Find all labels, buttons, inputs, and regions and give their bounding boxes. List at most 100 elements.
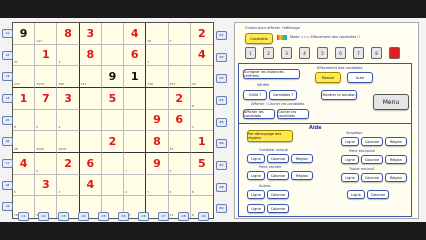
cell-r5c7[interactable]: 9 (146, 109, 169, 132)
col-tag-bottom[interactable]: C2 (38, 212, 49, 221)
cell-r5c5[interactable] (101, 109, 125, 132)
cell-r7c7[interactable]: 9 (146, 153, 169, 175)
cell-r8c4[interactable]: 4 (79, 174, 102, 197)
cell-r8c5[interactable] (101, 174, 125, 197)
cell-r6c5[interactable]: 2 (101, 131, 125, 153)
cell-r1c8[interactable]: 7 (168, 23, 191, 45)
number-button[interactable]: 7 (353, 47, 364, 59)
col-tag-bottom[interactable]: C7 (158, 212, 169, 221)
cell-r7c9[interactable]: 5 (190, 153, 213, 175)
number-button[interactable]: 6 (335, 47, 346, 59)
col-tag-bottom[interactable]: C8 (178, 212, 189, 221)
cell-r2c9[interactable]: 4 (190, 45, 213, 67)
number-button[interactable]: 1 (245, 47, 256, 59)
cell-r4c9[interactable]: 8 (190, 88, 213, 110)
cell-r2c8[interactable] (168, 44, 191, 67)
cell-r5c2[interactable]: 5 (35, 109, 58, 132)
triplet-region-button[interactable]: Région (385, 173, 407, 182)
row-tag-left[interactable]: L2 (2, 50, 13, 60)
number-button[interactable]: 2 (263, 47, 274, 59)
autres-colonne-button[interactable]: Colonne (267, 190, 289, 199)
cell-r3c3[interactable]: 456 (57, 66, 80, 88)
cell-r7c4[interactable]: 6 (79, 153, 102, 175)
cell-r6c7[interactable]: 8 (146, 131, 169, 153)
triplet-colonne-button[interactable]: Colonne (361, 173, 383, 182)
row-tag-left[interactable]: L5 (2, 115, 13, 125)
cell-r4c7[interactable] (146, 88, 169, 110)
cell-r6c8[interactable]: 35 (168, 131, 191, 153)
candidats-check-button[interactable]: Candidats ? (269, 90, 297, 100)
paire-ligne-button[interactable]: Ligne (341, 155, 359, 164)
cell-r1c5[interactable] (101, 23, 125, 45)
cell-r7c8[interactable]: 3 (168, 153, 191, 175)
cell-r2c6[interactable]: 6 (124, 44, 147, 67)
cell-r2c1[interactable]: 37 (13, 44, 36, 67)
cell-r6c6[interactable] (124, 131, 147, 153)
cell-r6c2[interactable]: 4599 (35, 131, 58, 153)
grille-check-button[interactable]: Grille ? (243, 90, 267, 100)
cell-r3c8[interactable]: 357 (168, 66, 191, 88)
cell-r8c8[interactable]: 4 (168, 174, 191, 197)
col-tag-bottom[interactable]: C1 (18, 212, 29, 221)
extra-ligne-button[interactable]: Ligne (347, 190, 365, 199)
cell-r8c6[interactable]: 4 (124, 174, 147, 197)
cell-r1c6[interactable]: 4 (124, 23, 147, 45)
singleton-colonne-button[interactable]: Colonne (361, 137, 383, 146)
region-tag-right[interactable]: R8 (216, 182, 227, 192)
cell-r1c9[interactable]: 2 (190, 23, 213, 45)
triplet-ligne-button[interactable]: Ligne (341, 173, 359, 182)
cell-r4c3[interactable]: 3 (57, 88, 80, 110)
color-palette-icon[interactable] (277, 35, 287, 40)
extra-colonne-button[interactable]: Colonne (367, 190, 389, 199)
row-tag-left[interactable]: L6 (2, 137, 13, 147)
bottom-ligne-button[interactable]: Ligne (247, 204, 265, 213)
manuel-button[interactable]: Manuel (315, 72, 341, 83)
pc-colonne-button[interactable]: Colonne (267, 171, 289, 180)
cell-r3c1[interactable]: 237 (13, 66, 36, 88)
cell-r2c4[interactable]: 8 (79, 44, 102, 67)
surligner-button[interactable]: Surligner les instances chiffrées (243, 69, 300, 79)
cell-r4c5[interactable]: 5 (101, 88, 125, 110)
row-tag-left[interactable]: L1 (2, 28, 13, 38)
decoupage-button[interactable]: Par découpage des régions (247, 130, 293, 142)
cell-r1c2[interactable]: 147 (35, 23, 58, 45)
cell-r3c4[interactable]: 127 (79, 66, 102, 88)
cu-region-button[interactable]: Région (291, 154, 313, 163)
cell-r4c4[interactable] (79, 88, 102, 110)
cell-r8c9[interactable]: 8 (190, 175, 213, 197)
show-solution-button[interactable]: Montrer la solution (321, 90, 357, 100)
cell-r1c7[interactable]: 56 (146, 23, 169, 45)
hide-candidates-button[interactable]: Cacher les candidats (277, 109, 309, 119)
cell-r8c1[interactable]: 5 (13, 174, 36, 197)
cell-r3c9[interactable]: 36 (190, 66, 213, 88)
autres-ligne-button[interactable]: Ligne (247, 190, 265, 199)
col-tag-bottom[interactable]: C9 (198, 212, 209, 221)
region-tag-right[interactable]: R5 (216, 117, 227, 127)
cell-r5c4[interactable] (79, 109, 102, 132)
cell-r7c2[interactable]: 2 (35, 153, 58, 175)
cell-r3c6[interactable]: 1 (124, 66, 147, 88)
cell-r2c7[interactable]: 7 (146, 44, 169, 67)
row-tag-left[interactable]: L8 (2, 180, 13, 190)
col-tag-bottom[interactable]: C5 (98, 212, 109, 221)
cell-r4c8[interactable]: 2 (168, 88, 191, 110)
menu-button[interactable]: Menu (373, 94, 409, 110)
cell-r5c6[interactable] (124, 109, 147, 132)
col-tag-bottom[interactable]: C4 (78, 212, 89, 221)
number-button[interactable]: 9 (389, 47, 400, 59)
row-tag-left[interactable]: L9 (2, 202, 13, 212)
cu-ligne-button[interactable]: Ligne (247, 154, 265, 163)
cell-r2c3[interactable]: 3 (57, 44, 80, 67)
region-tag-right[interactable]: R9 (216, 204, 227, 214)
sudoku-grid[interactable]: 9 147 8 3 4 56 7 2 37 1 3 8 6 7 4 237 3478 456 127 9 1 156 357… (12, 22, 214, 219)
cell-r3c5[interactable]: 9 (101, 66, 125, 88)
region-tag-right[interactable]: R7 (216, 160, 227, 170)
cell-r4c1[interactable]: 1 (13, 88, 36, 110)
row-tag-left[interactable]: L4 (2, 93, 13, 103)
cell-r3c7[interactable]: 156 (146, 66, 169, 88)
cell-r2c2[interactable]: 1 (35, 44, 58, 67)
cell-r7c6[interactable]: 7 (124, 153, 147, 175)
cell-r6c4[interactable] (79, 131, 102, 153)
region-tag-right[interactable]: R3 (216, 74, 227, 84)
cell-r6c9[interactable]: 1 (190, 131, 213, 153)
